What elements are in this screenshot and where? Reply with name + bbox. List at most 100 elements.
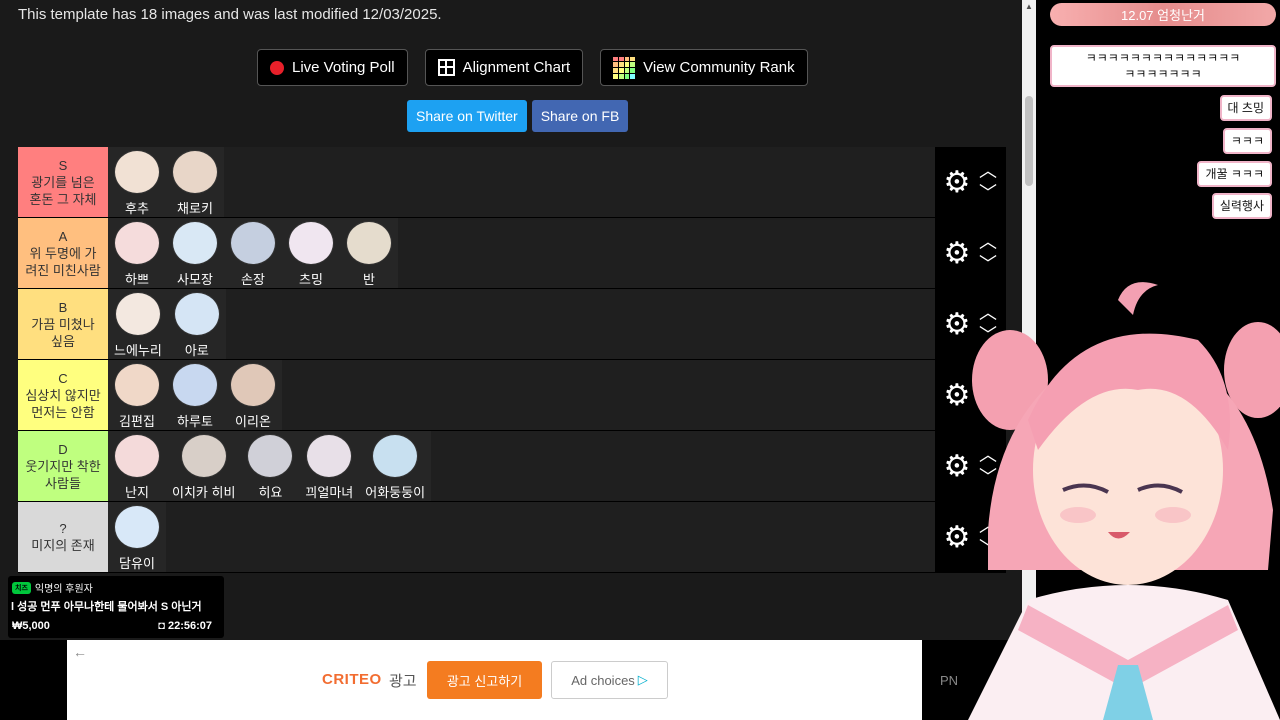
item-name: 반 [363, 272, 375, 287]
tier-row: D 웃기지만 착한 사람들 난지 이치카 히비 히요 끠얼마녀 어화둥둥이 ⚙ ︿ ﹀ [18, 431, 1006, 502]
chevron-up-icon[interactable]: ︿ [979, 160, 997, 182]
item-avatar [346, 221, 392, 265]
item-name: 끠얼마녀 [305, 485, 354, 500]
tier-label-letter: S [58, 157, 68, 173]
tier-item[interactable]: 하쁘 [108, 218, 166, 288]
tier-items: 하쁘 사모장 손장 츠밍 반 [108, 218, 398, 288]
item-name: 하쁘 [125, 272, 149, 287]
item-avatar [114, 150, 160, 194]
alignment-chart-button[interactable]: Alignment Chart [424, 49, 584, 86]
item-avatar [172, 363, 218, 407]
tier-label-desc1: 미지의 존재 [31, 538, 95, 553]
item-avatar [114, 434, 160, 478]
item-avatar [288, 221, 334, 265]
share-row: Share on Twitter Share on FB [407, 100, 629, 132]
tier-controls: ⚙︿﹀ [935, 147, 1006, 217]
item-name: 후추 [125, 201, 149, 216]
item-name: 느에누리 [114, 343, 162, 358]
tier-items: 후추 채로키 [108, 147, 224, 217]
tier-item[interactable]: 히요 [241, 431, 300, 501]
tier-row: A위 두명에 가 려진 미친사람 하쁘 사모장 손장 츠밍 반 ⚙ ︿ ﹀ [18, 218, 1006, 289]
item-name: 난지 [125, 485, 149, 500]
share-twitter-button[interactable]: Share on Twitter [407, 100, 527, 132]
donor-name: 익명의 후원자 [34, 584, 93, 595]
item-name: 어화둥둥이 [365, 485, 426, 500]
tier-item[interactable]: 손장 [224, 218, 282, 288]
top-action-row: Live Voting Poll Alignment Chart View Co… [257, 49, 808, 86]
scrollbar-thumb[interactable] [1025, 96, 1033, 186]
tier-label[interactable]: D 웃기지만 착한 사람들 [18, 431, 108, 501]
tier-items: 담유이 [108, 502, 166, 572]
item-avatar [180, 434, 227, 478]
tier-label-desc1: 웃기지만 착한 [25, 458, 101, 474]
chevron-down-icon[interactable]: ﹀ [979, 182, 997, 204]
tier-label-desc2: 싶음 [51, 333, 75, 349]
tier-label-desc2: 먼저는 안함 [31, 404, 95, 420]
scroll-up-icon[interactable]: ▲ [1024, 2, 1034, 12]
tier-label[interactable]: C 심상치 않지만 먼저는 안함 [18, 360, 108, 430]
tier-items: 느에누리 아로 [108, 289, 226, 359]
item-name: 하루토 [177, 414, 213, 429]
item-name: 채로키 [177, 201, 213, 216]
chat-message: 개꿀 ㅋㅋㅋ [1197, 161, 1272, 187]
record-icon [270, 60, 284, 75]
gear-icon[interactable]: ⚙ [939, 165, 975, 200]
item-avatar [114, 363, 160, 407]
tier-item[interactable]: 담유이 [108, 502, 166, 572]
item-name: 츠밍 [299, 272, 323, 287]
tier-label[interactable]: S 광기를 넘은 혼돈 그 자체 [18, 147, 108, 217]
item-avatar [230, 221, 276, 265]
item-avatar [372, 434, 419, 478]
gear-icon[interactable]: ⚙ [939, 236, 975, 271]
tier-item[interactable]: 난지 [108, 431, 166, 501]
tier-item[interactable]: 이치카 히비 [166, 431, 242, 501]
view-community-rank-button[interactable]: View Community Rank [600, 49, 808, 86]
item-name: 히요 [258, 485, 283, 500]
item-avatar [247, 434, 294, 478]
tier-item[interactable]: 이리온 [224, 360, 282, 430]
tier-grid-icon [613, 56, 636, 79]
tier-item[interactable]: 하루토 [166, 360, 224, 430]
tier-item[interactable]: 후추 [108, 147, 166, 217]
tier-item[interactable]: 채로키 [166, 147, 224, 217]
item-name: 아로 [184, 343, 209, 358]
chat-header-banner: 12.07 엄청난거 [1050, 3, 1276, 26]
share-facebook-button[interactable]: Share on FB [531, 100, 629, 132]
ad-back-arrow-icon[interactable]: ← [73, 644, 87, 660]
item-name: 담유이 [119, 556, 155, 571]
tier-label[interactable]: A위 두명에 가 려진 미친사람 [18, 218, 108, 288]
view-community-rank-label: View Community Rank [643, 59, 795, 76]
tier-label[interactable]: ? 미지의 존재 [18, 502, 108, 572]
item-name: 손장 [241, 272, 265, 287]
tier-item[interactable]: 츠밍 [282, 218, 340, 288]
chevron-up-icon[interactable]: ︿ [979, 231, 997, 253]
chat-message: ㅋㅋㅋㅋㅋㅋㅋㅋㅋㅋㅋㅋㅋㅋ ㅋㅋㅋㅋㅋㅋㅋ [1050, 45, 1276, 87]
template-info: This template has 18 images and was last… [18, 6, 442, 23]
tier-row: C심상치 않지만먼저는 안함김편집하루토이리온⚙︿﹀ [18, 360, 1006, 431]
tier-label[interactable]: B 가끔 미쳤나 싶음 [18, 289, 108, 359]
donation-alert: 치즈 익명의 후원자 l 성공 먼푸 아무나한테 물어봐서 S 아닌거 ₩5,0… [8, 576, 224, 638]
tier-item[interactable]: 사모장 [166, 218, 224, 288]
ad-choices-icon: ▷ [637, 672, 648, 687]
chat-message: ㅋㅋㅋ [1222, 128, 1272, 154]
tier-list: S 광기를 넘은 혼돈 그 자체 후추 채로키 ⚙ ︿ ﹀ A 위 두명에 가 려진 미친사람 하쁘 사… [18, 147, 1006, 573]
grid-quadrant-icon [437, 59, 455, 76]
donation-amount: ₩5,000 [12, 620, 50, 632]
report-ad-button[interactable]: 광고 신고하기 [427, 661, 542, 699]
ad-choices-button[interactable]: Ad choices ▷ [551, 661, 668, 699]
ad-brand-logo: CRITEO [322, 671, 382, 688]
item-avatar [230, 363, 276, 407]
tier-label-letter: B [58, 299, 68, 315]
item-name: 사모장 [177, 272, 213, 287]
tier-item[interactable]: 아로 [167, 289, 226, 359]
tier-item[interactable]: 어화둥둥이 [359, 431, 432, 501]
tier-item[interactable]: 끠얼마녀 [299, 431, 360, 501]
stream-chat-overlay: 12.07 엄청난거 ㅋㅋㅋㅋㅋㅋㅋㅋㅋㅋㅋㅋㅋㅋ ㅋㅋㅋㅋㅋㅋㅋ 대 츠밍 ㅋㅋ… [1036, 0, 1280, 260]
tier-label-letter: C [58, 370, 68, 386]
tier-item[interactable]: 느에누리 [108, 289, 168, 359]
tier-item[interactable]: 반 [340, 218, 398, 288]
tier-label-desc1: 광기를 넘은 [31, 174, 95, 190]
tier-item[interactable]: 김편집 [108, 360, 166, 430]
tier-label-desc1: 가끔 미쳤나 [31, 316, 95, 332]
live-voting-poll-button[interactable]: Live Voting Poll [257, 49, 408, 86]
